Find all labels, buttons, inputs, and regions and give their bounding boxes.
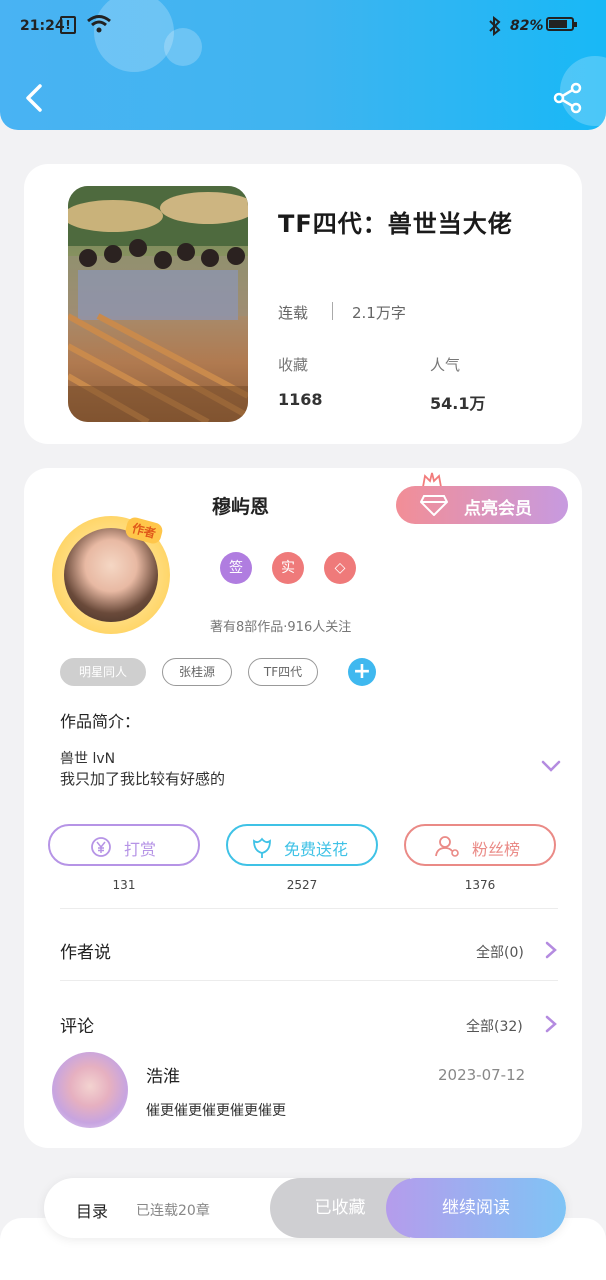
app-header: 21:24 ! 82% [0,0,606,130]
diamond-badge: ◇ [324,552,356,584]
book-cover-image[interactable] [68,186,248,422]
battery-icon [546,17,577,31]
continue-reading-button[interactable]: 继续阅读 [386,1178,566,1238]
status-time: 21:24 [20,18,65,34]
book-status: 连载 [278,304,309,322]
comments-title: 评论 [60,1017,94,1037]
status-bar: 21:24 ! 82% [0,0,606,56]
add-tag-button[interactable]: + [348,658,376,686]
intro-text: 兽世 lvN [60,751,116,767]
fan-ranking-button[interactable]: 粉丝榜 [404,824,556,866]
author-says-title: 作者说 [60,943,111,963]
favorites-label: 收藏 [278,356,309,374]
diamond-icon [420,495,448,516]
send-flower-label: 免费送花 [284,840,349,859]
yen-coin-icon [91,837,111,857]
tip-label: 打赏 [124,840,157,859]
fan-ranking-label: 粉丝榜 [472,840,521,859]
tag-item[interactable]: TF四代 [248,658,318,686]
divider [60,908,558,909]
popularity-label: 人气 [430,356,461,374]
commenter-name: 浩淮 [146,1067,180,1087]
wifi-icon [87,15,111,33]
tip-count: 131 [112,878,136,892]
author-avatar-frame[interactable]: 作者 [52,515,170,634]
tag-item[interactable]: 明星同人 [60,658,146,686]
battery-level [549,20,568,28]
catalog-button[interactable]: 目录 [76,1198,108,1222]
flower-count: 2527 [286,878,318,892]
tag-item[interactable]: 张桂源 [162,658,232,686]
vip-button-label: 点亮会员 [464,499,532,519]
battery-percent: 82% [510,18,544,34]
share-icon[interactable] [552,82,584,114]
tip-button[interactable]: 打赏 [48,824,200,866]
chevron-down-icon[interactable] [540,758,562,774]
author-name[interactable]: 穆屿恩 [212,492,269,519]
comment-date: 2023-07-12 [438,1066,526,1084]
user-icon [435,836,459,857]
intro-text: 我只加了我比较有好感的 [60,770,226,788]
alert-icon: ! [60,16,76,34]
author-card: 作者 穆屿恩 点亮会员 签 实 ◇ 著有8部作品·916人关注 明星同人 张桂源… [24,468,582,1148]
word-count: 2.1万字 [352,304,406,322]
author-meta: 著有8部作品·916人关注 [210,620,352,635]
chapter-count: 已连载20章 [136,1203,210,1219]
author-says-all-link[interactable]: 全部(0) [476,942,524,962]
bottom-action-bar: 目录 已连载20章 已收藏 继续阅读 [44,1178,566,1238]
commenter-avatar[interactable] [52,1052,128,1128]
author-avatar [64,528,158,622]
intro-title: 作品简介： [60,712,141,731]
cover-illustration [68,186,248,422]
flower-icon [253,837,271,858]
bluetooth-icon [489,16,501,36]
chevron-right-icon[interactable] [544,940,558,960]
send-flower-button[interactable]: 免费送花 [226,824,378,866]
book-info-card: TF四代：兽世当大佬 连载 2.1万字 收藏 1168 人气 54.1万 [24,164,582,444]
divider [60,980,558,981]
sign-badge: 签 [220,552,252,584]
chevron-right-icon[interactable] [544,1014,558,1034]
divider [332,302,333,320]
vip-button[interactable]: 点亮会员 [396,486,568,524]
favorites-value: 1168 [278,390,323,409]
verified-badge: 实 [272,552,304,584]
comments-all-link[interactable]: 全部(32) [466,1016,523,1036]
comment-text: 催更催更催更催更催更 [146,1103,286,1119]
fan-count: 1376 [464,878,496,892]
popularity-value: 54.1万 [430,394,486,413]
back-arrow-icon[interactable] [20,80,50,116]
book-title: TF四代：兽世当大佬 [278,210,513,238]
